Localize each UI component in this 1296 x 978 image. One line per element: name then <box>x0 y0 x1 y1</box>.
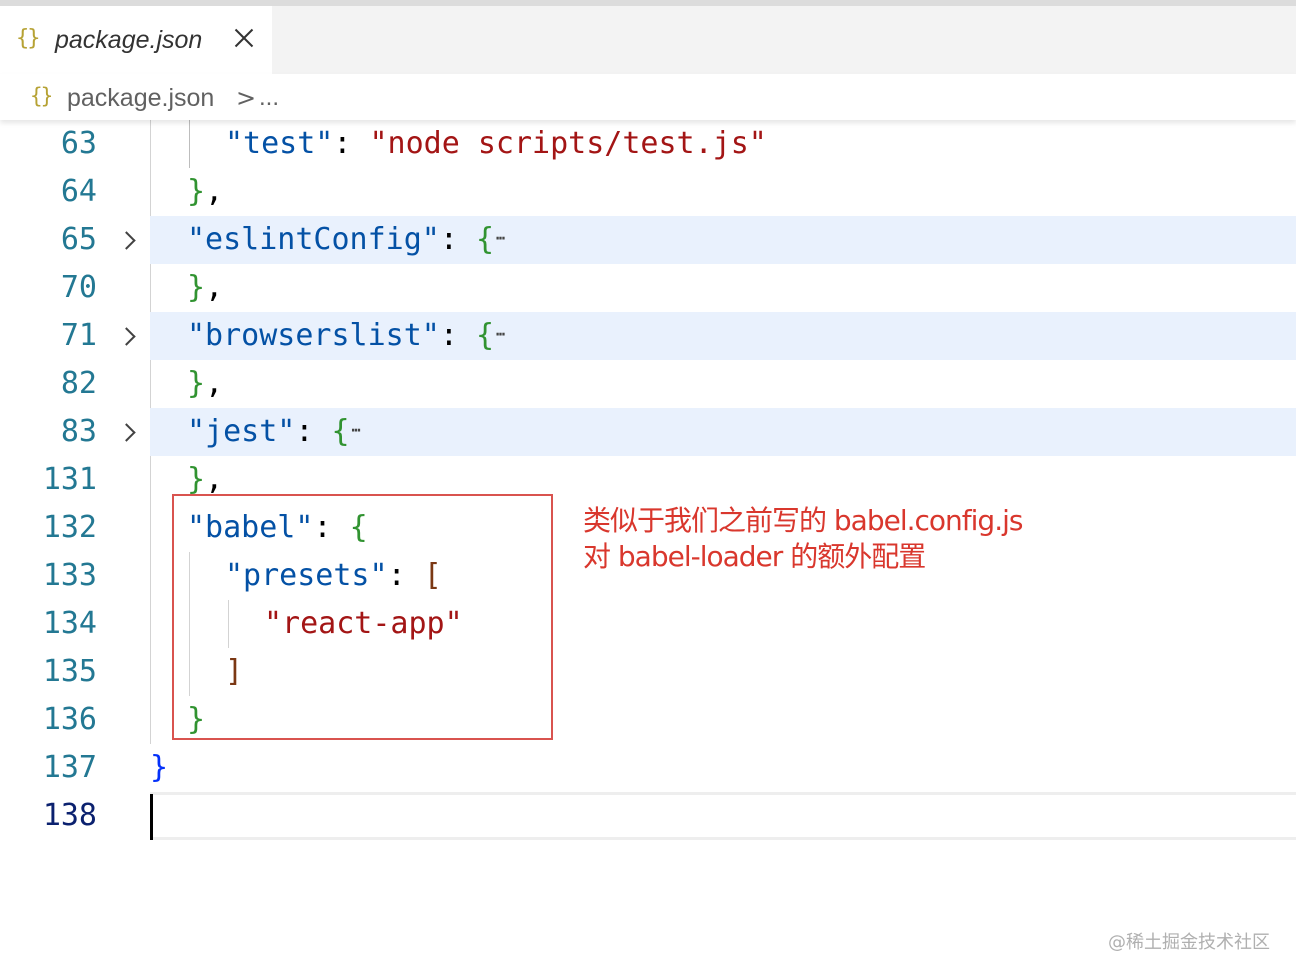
code-text: "jest": { <box>187 408 370 456</box>
code-line: 63 "test": "node scripts/test.js" <box>0 120 1296 168</box>
code-line-active: 138 <box>0 792 1296 840</box>
folded-ellipsis-icon[interactable] <box>350 408 370 456</box>
code-text: }, <box>187 366 224 401</box>
folded-ellipsis-icon[interactable] <box>494 312 514 360</box>
breadcrumb: {} package.json > ... <box>0 74 1296 120</box>
line-number: 135 <box>42 654 97 689</box>
line-number: 65 <box>60 222 97 257</box>
code-line: 137 } <box>0 744 1296 792</box>
code-line: 70 }, <box>0 264 1296 312</box>
line-number: 136 <box>42 702 97 737</box>
annotation-highlight-box <box>172 494 553 740</box>
tab-bar: {} package.json <box>0 6 1296 74</box>
json-file-icon: {} <box>16 26 40 51</box>
line-number: 133 <box>42 558 97 593</box>
fold-chevron-icon[interactable] <box>114 416 140 448</box>
code-line: 82 }, <box>0 360 1296 408</box>
line-number: 82 <box>60 366 97 401</box>
line-number: 63 <box>60 126 97 161</box>
fold-chevron-icon[interactable] <box>114 224 140 256</box>
line-number: 134 <box>42 606 97 641</box>
fold-chevron-icon[interactable] <box>114 320 140 352</box>
code-line-folded: 71 "browserslist": { <box>0 312 1296 360</box>
annotation-line-1: 类似于我们之前写的 babel.config.js <box>583 504 1023 537</box>
code-text: }, <box>187 270 224 305</box>
line-number: 137 <box>42 750 97 785</box>
watermark: @稀土掘金技术社区 <box>1108 932 1270 953</box>
code-text: "browserslist": { <box>187 312 514 360</box>
code-text: "test": "node scripts/test.js" <box>225 126 767 161</box>
annotation-note: 类似于我们之前写的 babel.config.js 对 babel-loader… <box>583 503 1023 575</box>
folded-ellipsis-icon[interactable] <box>494 216 514 264</box>
line-number: 132 <box>42 510 97 545</box>
line-number: 70 <box>60 270 97 305</box>
tab-title: package.json <box>55 26 203 54</box>
line-number: 64 <box>60 174 97 209</box>
code-line-folded: 65 "eslintConfig": { <box>0 216 1296 264</box>
line-number: 138 <box>42 798 97 833</box>
chevron-right-icon: > <box>236 84 257 112</box>
code-text: }, <box>187 174 224 209</box>
code-line: 64 }, <box>0 168 1296 216</box>
tab-package-json[interactable]: {} package.json <box>0 6 272 74</box>
line-number: 71 <box>60 318 97 353</box>
code-text: } <box>150 750 169 785</box>
json-file-icon: {} <box>30 84 53 108</box>
line-number: 83 <box>60 414 97 449</box>
code-text: "eslintConfig": { <box>187 216 514 264</box>
annotation-line-2: 对 babel-loader 的额外配置 <box>583 540 926 573</box>
text-cursor <box>150 794 153 840</box>
line-number: 131 <box>42 462 97 497</box>
close-icon[interactable] <box>228 22 260 54</box>
breadcrumb-more[interactable]: ... <box>259 84 279 112</box>
code-line-folded: 83 "jest": { <box>0 408 1296 456</box>
breadcrumb-file[interactable]: package.json <box>67 84 214 113</box>
